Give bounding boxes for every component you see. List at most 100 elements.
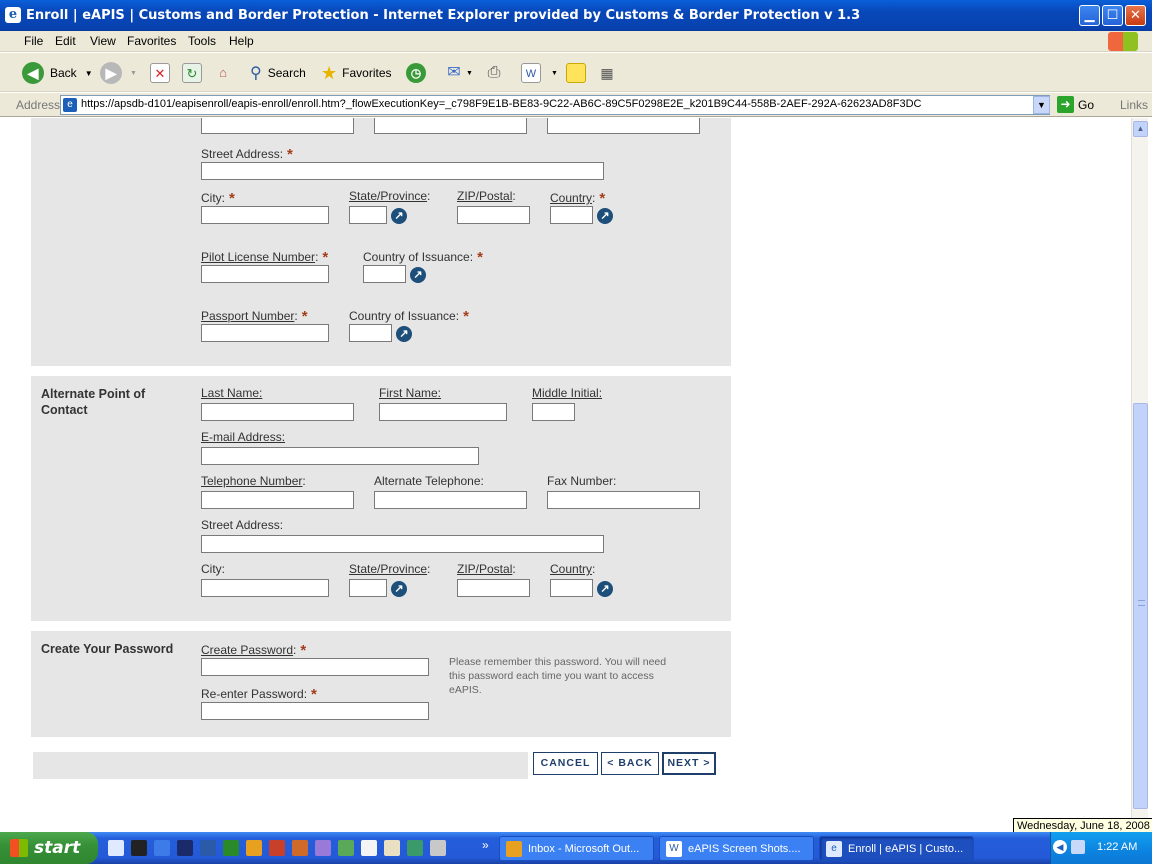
middle-initial-label: Middle Initial: bbox=[532, 386, 603, 400]
fax-input[interactable] bbox=[547, 491, 700, 509]
tool-icon[interactable] bbox=[430, 840, 446, 856]
address-dropdown-icon[interactable]: ▼ bbox=[1033, 96, 1050, 114]
country-lookup-icon[interactable]: ↗ bbox=[597, 208, 613, 224]
page-icon: e bbox=[63, 98, 77, 112]
links-label[interactable]: Links bbox=[1120, 98, 1148, 112]
favorites-button[interactable]: ★ Favorites bbox=[321, 61, 392, 85]
notes-button[interactable] bbox=[566, 61, 586, 85]
back-step-button[interactable]: < BACK bbox=[601, 752, 659, 775]
primary-contact-panel: Street Address: * City: * State/Province: … bbox=[31, 118, 731, 366]
title-bar: e Enroll | eAPIS | Customs and Border Pr… bbox=[0, 0, 1152, 31]
forward-button[interactable]: ▶ ▼ bbox=[100, 61, 137, 85]
menu-help[interactable]: Help bbox=[229, 34, 254, 48]
street-address-label: Street Address: * bbox=[201, 146, 293, 163]
passport-input[interactable] bbox=[201, 324, 329, 342]
zip-input[interactable] bbox=[457, 206, 530, 224]
passport-label: Passport Number: * bbox=[201, 308, 308, 325]
city-input[interactable] bbox=[201, 206, 329, 224]
powerpoint-icon[interactable] bbox=[269, 840, 285, 856]
minimize-icon[interactable]: ▁ bbox=[1079, 5, 1100, 26]
state-label: State/Province: bbox=[349, 562, 431, 576]
country-input[interactable] bbox=[550, 206, 593, 224]
task-word-doc[interactable]: W eAPIS Screen Shots.... bbox=[659, 836, 814, 861]
country-input[interactable] bbox=[550, 579, 593, 597]
network-icon[interactable] bbox=[1071, 840, 1085, 854]
city-input[interactable] bbox=[201, 579, 329, 597]
go-button[interactable]: ➜ Go bbox=[1057, 96, 1094, 113]
task-label: eAPIS Screen Shots.... bbox=[688, 842, 801, 855]
maximize-icon[interactable]: ☐ bbox=[1102, 5, 1123, 26]
chevron-more-icon[interactable]: » bbox=[482, 838, 489, 852]
quicklaunch-icon[interactable] bbox=[108, 840, 124, 856]
state-lookup-icon[interactable]: ↗ bbox=[391, 581, 407, 597]
app-icon[interactable] bbox=[177, 840, 193, 856]
scroll-up-icon[interactable]: ▲ bbox=[1133, 121, 1148, 137]
first-name-input[interactable] bbox=[379, 403, 507, 421]
telephone-input[interactable] bbox=[201, 118, 354, 134]
street-address-input[interactable] bbox=[201, 535, 604, 553]
vertical-scrollbar[interactable]: ▲ bbox=[1131, 118, 1148, 832]
alt-telephone-input[interactable] bbox=[374, 118, 527, 134]
license-country-lookup-icon[interactable]: ↗ bbox=[410, 267, 426, 283]
street-address-input[interactable] bbox=[201, 162, 604, 180]
cmd-icon[interactable] bbox=[131, 840, 147, 856]
triangle-icon[interactable] bbox=[384, 840, 400, 856]
cancel-button[interactable]: CANCEL bbox=[533, 752, 598, 775]
stop-button[interactable]: ✕ bbox=[150, 61, 170, 85]
address-input[interactable]: https://apsdb-d101/eapisenroll/eapis-enr… bbox=[60, 95, 1050, 115]
start-button[interactable]: start bbox=[0, 832, 98, 864]
passport-country-lookup-icon[interactable]: ↗ bbox=[396, 326, 412, 342]
menu-tools[interactable]: Tools bbox=[188, 34, 216, 48]
menu-file[interactable]: File bbox=[24, 34, 43, 48]
next-button[interactable]: NEXT > bbox=[662, 752, 716, 775]
publisher-icon[interactable] bbox=[338, 840, 354, 856]
chevron-down-icon[interactable]: ▼ bbox=[85, 69, 93, 78]
mail-button[interactable]: ✉ ▼ bbox=[444, 61, 473, 85]
history-button[interactable]: ◷ bbox=[406, 61, 426, 85]
scroll-thumb[interactable] bbox=[1133, 403, 1148, 809]
book-icon[interactable] bbox=[407, 840, 423, 856]
reenter-password-input[interactable] bbox=[201, 702, 429, 720]
section-title: Create Your Password bbox=[41, 642, 174, 656]
pilot-license-input[interactable] bbox=[201, 265, 329, 283]
passport-country-input[interactable] bbox=[349, 324, 392, 342]
refresh-button[interactable]: ↻ bbox=[182, 61, 202, 85]
country-lookup-icon[interactable]: ↗ bbox=[597, 581, 613, 597]
task-inbox[interactable]: Inbox - Microsoft Out... bbox=[499, 836, 654, 861]
grip-icon bbox=[1138, 600, 1145, 606]
email-input[interactable] bbox=[201, 447, 479, 465]
state-input[interactable] bbox=[349, 206, 387, 224]
edit-button[interactable]: W ▼ bbox=[521, 61, 558, 85]
onenote-icon[interactable] bbox=[315, 840, 331, 856]
tray-expand-icon[interactable]: ◀ bbox=[1053, 840, 1067, 854]
ie-icon[interactable] bbox=[154, 840, 170, 856]
fax-input[interactable] bbox=[547, 118, 700, 134]
last-name-input[interactable] bbox=[201, 403, 354, 421]
menu-view[interactable]: View bbox=[90, 34, 116, 48]
access-icon[interactable] bbox=[292, 840, 308, 856]
diamond-icon[interactable] bbox=[361, 840, 377, 856]
state-lookup-icon[interactable]: ↗ bbox=[391, 208, 407, 224]
task-ie-enroll[interactable]: e Enroll | eAPIS | Custo... bbox=[819, 836, 974, 861]
alt-telephone-input[interactable] bbox=[374, 491, 527, 509]
word-icon[interactable] bbox=[200, 840, 216, 856]
state-input[interactable] bbox=[349, 579, 387, 597]
telephone-input[interactable] bbox=[201, 491, 354, 509]
excel-icon[interactable] bbox=[223, 840, 239, 856]
research-button[interactable]: ▦ bbox=[597, 61, 617, 85]
chevron-down-icon: ▼ bbox=[466, 69, 473, 77]
menu-edit[interactable]: Edit bbox=[55, 34, 76, 48]
menu-favorites[interactable]: Favorites bbox=[127, 34, 176, 48]
license-country-input[interactable] bbox=[363, 265, 406, 283]
zip-input[interactable] bbox=[457, 579, 530, 597]
close-icon[interactable]: ✕ bbox=[1125, 5, 1146, 26]
middle-initial-input[interactable] bbox=[532, 403, 575, 421]
clock[interactable]: 1:22 AM bbox=[1097, 841, 1137, 853]
back-button[interactable]: ◀ Back ▼ bbox=[22, 61, 93, 85]
home-button[interactable]: ⌂ bbox=[213, 61, 233, 85]
print-button[interactable]: ⎙ bbox=[484, 61, 504, 85]
search-button[interactable]: ⚲ Search bbox=[250, 61, 306, 85]
outlook-icon[interactable] bbox=[246, 840, 262, 856]
stop-icon: ✕ bbox=[150, 63, 170, 83]
create-password-input[interactable] bbox=[201, 658, 429, 676]
